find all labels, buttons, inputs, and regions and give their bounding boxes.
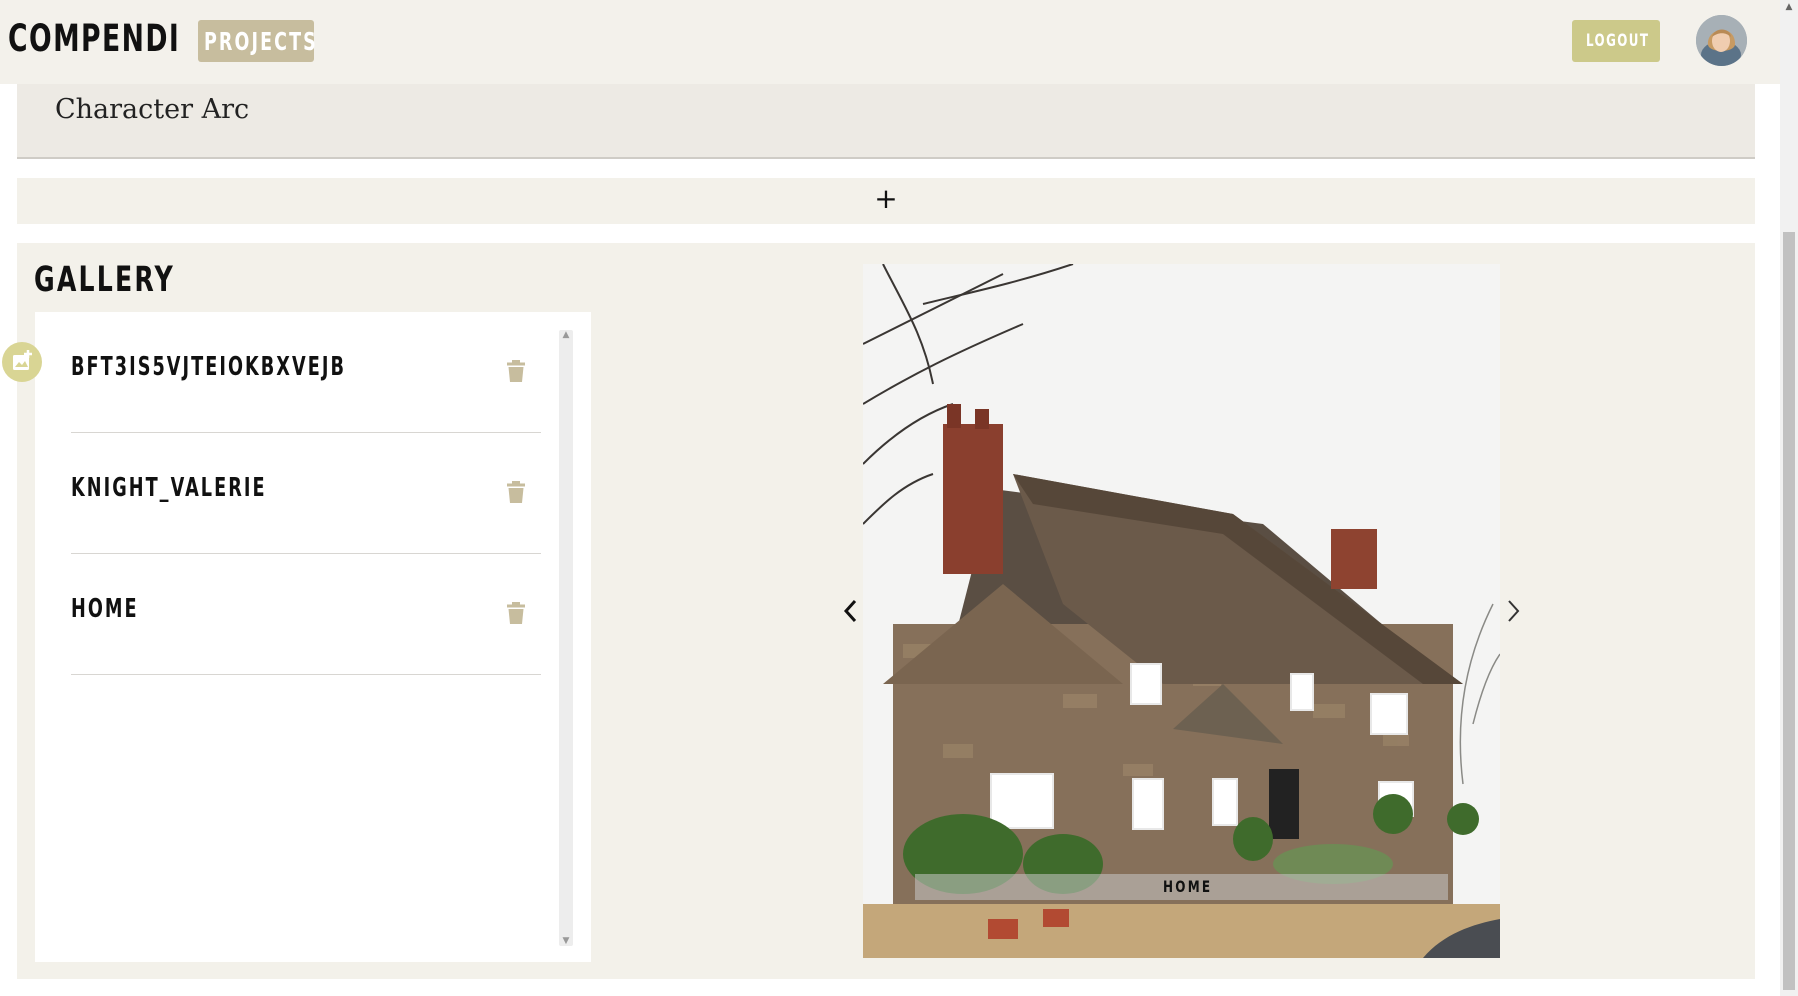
- chevron-left-icon[interactable]: [840, 596, 862, 626]
- gallery-item-name: KNIGHT_VALERIE: [71, 473, 267, 503]
- top-navbar: COMPENDI PROJECTS LOGOUT: [0, 0, 1780, 84]
- gallery-carousel[interactable]: HOME: [863, 264, 1500, 958]
- trash-icon[interactable]: [507, 360, 525, 382]
- chevron-right-icon[interactable]: [1502, 596, 1524, 626]
- scroll-up-icon[interactable]: ▲: [1780, 0, 1798, 14]
- projects-button-label: PROJECTS: [204, 27, 318, 56]
- add-image-button[interactable]: [2, 342, 42, 382]
- avatar-image: [1696, 15, 1747, 66]
- user-avatar[interactable]: [1696, 15, 1747, 66]
- character-arc-title: Character Arc: [55, 94, 250, 125]
- list-scrollbar[interactable]: ▲ ▼: [559, 330, 573, 946]
- gallery-title: GALLERY: [34, 260, 175, 300]
- add-photo-icon: [13, 350, 32, 370]
- carousel-caption: HOME: [915, 874, 1448, 900]
- logout-button[interactable]: LOGOUT: [1572, 20, 1660, 62]
- carousel-caption-text: HOME: [1163, 877, 1213, 896]
- app-logo[interactable]: COMPENDI: [8, 17, 180, 60]
- gallery-item-name: HOME: [71, 594, 139, 624]
- add-section-button[interactable]: +: [17, 178, 1755, 224]
- plus-icon: +: [874, 182, 898, 215]
- projects-button[interactable]: PROJECTS: [198, 20, 316, 62]
- scroll-down-icon[interactable]: ▼: [559, 936, 573, 946]
- scroll-up-icon[interactable]: ▲: [559, 330, 573, 340]
- cottage-image: [863, 264, 1500, 958]
- page-scrollbar[interactable]: ▲: [1780, 0, 1798, 996]
- character-arc-panel[interactable]: Character Arc: [17, 84, 1755, 159]
- gallery-section: GALLERY BFT3IS5VJTEIOKBXVEJB KNIGHT_VALE…: [17, 243, 1755, 979]
- trash-icon[interactable]: [507, 602, 525, 624]
- trash-icon[interactable]: [507, 481, 525, 503]
- gallery-list-item[interactable]: HOME: [71, 554, 541, 675]
- gallery-image-list: BFT3IS5VJTEIOKBXVEJB KNIGHT_VALERIE HOME: [35, 312, 591, 962]
- page-scrollbar-thumb[interactable]: [1783, 232, 1795, 990]
- gallery-list-item[interactable]: KNIGHT_VALERIE: [71, 433, 541, 554]
- logout-button-label: LOGOUT: [1586, 31, 1650, 51]
- gallery-list-item[interactable]: BFT3IS5VJTEIOKBXVEJB: [71, 312, 541, 433]
- gallery-item-name: BFT3IS5VJTEIOKBXVEJB: [71, 352, 346, 382]
